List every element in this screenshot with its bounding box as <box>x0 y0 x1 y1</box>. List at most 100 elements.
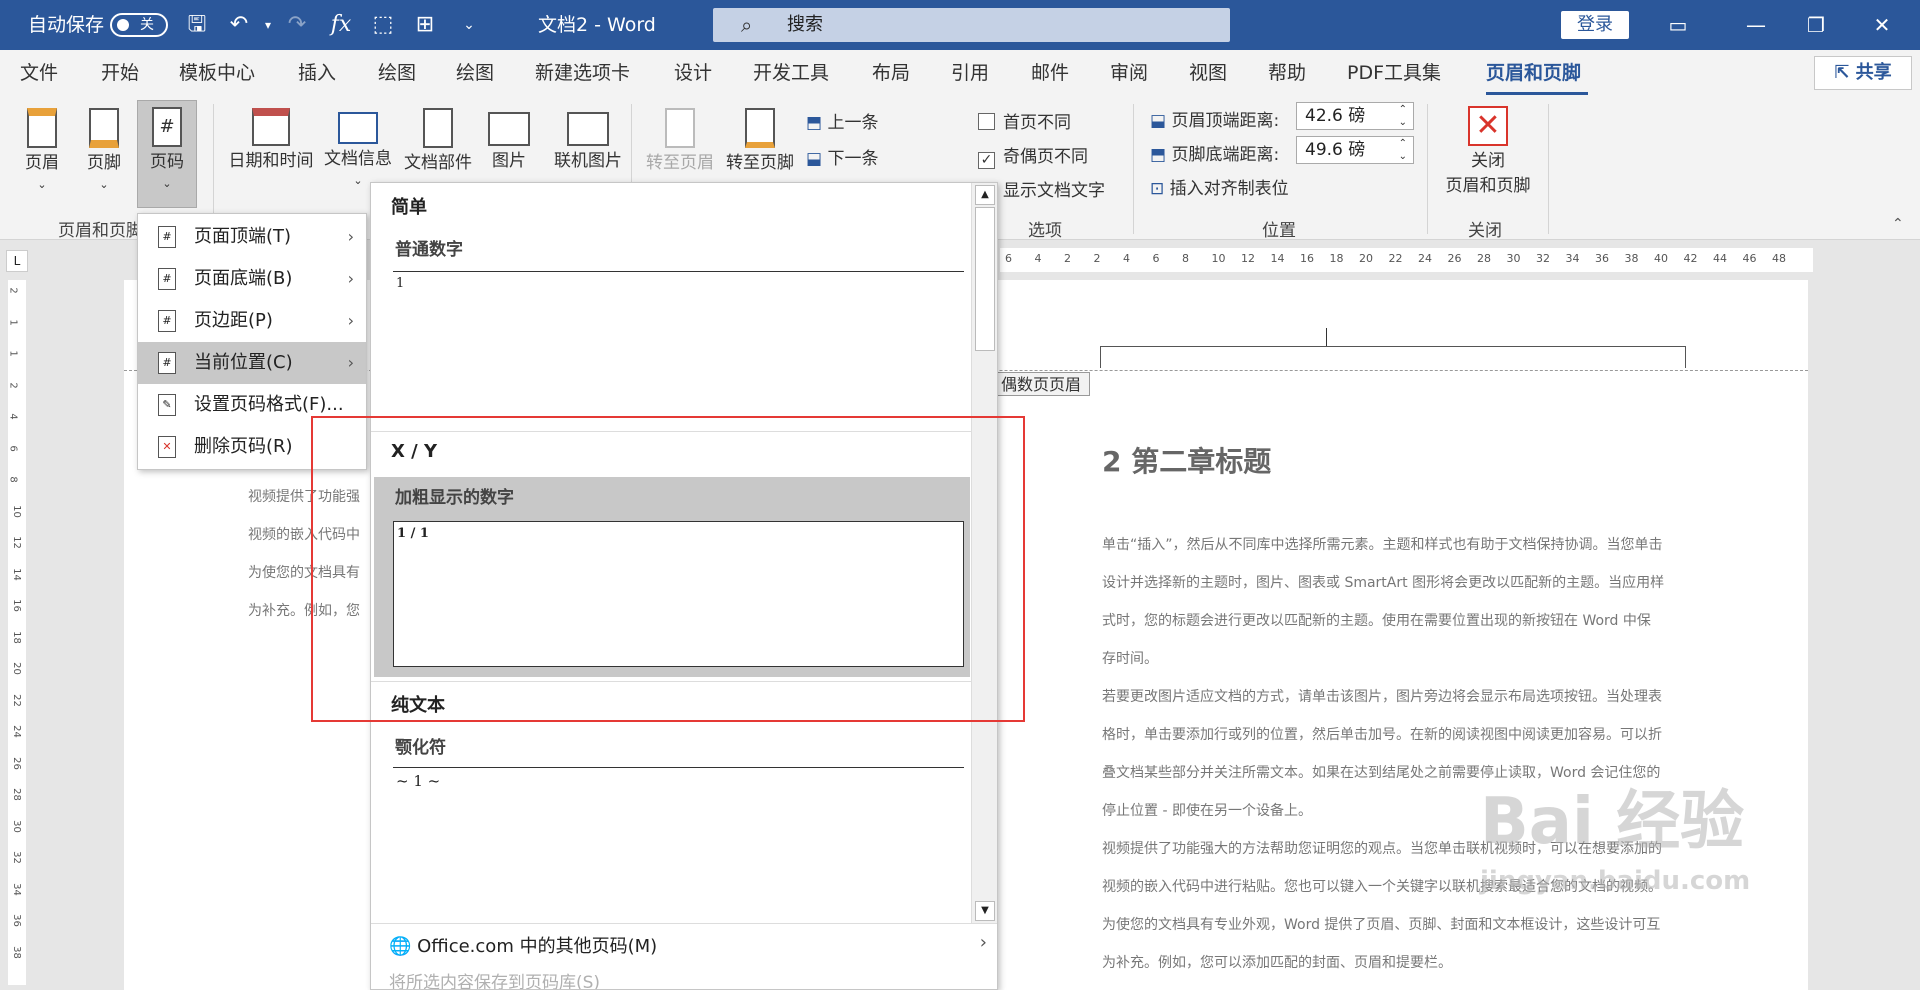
spin-arrows-icon[interactable]: ⌃ ⌄ <box>1399 103 1407 129</box>
gallery-item-plain-number[interactable]: 1 <box>393 271 964 423</box>
tab-review[interactable]: 审阅 <box>1110 50 1148 96</box>
redo-icon[interactable]: ↷ <box>282 10 312 40</box>
tab-references[interactable]: 引用 <box>951 50 989 96</box>
picture-icon <box>488 112 530 146</box>
date-time-button[interactable]: 日期和时间 <box>222 104 320 171</box>
ruler-tick-label: 32 <box>10 851 22 864</box>
ribbon-display-icon[interactable]: ▭ <box>1648 0 1708 50</box>
autosave-label: 自动保存 <box>28 14 105 36</box>
chevron-down-icon: ⌄ <box>37 178 47 191</box>
tab-layout[interactable]: 布局 <box>872 50 910 96</box>
autosave-toggle[interactable]: 关 <box>110 13 168 37</box>
gallery-item-bold-number[interactable]: 加粗显示的数字 1 / 1 <box>374 477 970 677</box>
tab-header-footer[interactable]: 页眉和页脚 <box>1486 50 1581 96</box>
next-button[interactable]: ⬓ 下一条 <box>806 144 878 169</box>
globe-icon: 🌐 <box>389 936 418 957</box>
menu-item-remove-page-numbers[interactable]: ✕ 删除页码(R) <box>138 426 366 468</box>
tab-selector-icon[interactable]: L <box>6 250 28 272</box>
menu-item-current-position[interactable]: # 当前位置(C) › <box>138 342 366 384</box>
ruler-tick-label: 10 <box>10 504 22 518</box>
function-icon[interactable]: fx <box>326 10 356 40</box>
page-number-button[interactable]: # 页码 ⌄ <box>137 100 197 208</box>
previous-icon: ⬒ <box>806 113 828 133</box>
tab-new-tab[interactable]: 新建选项卡 <box>535 50 630 96</box>
save-icon[interactable]: 🖫 <box>182 10 212 40</box>
body-text-line: 单击“插入”，然后从不同库中选择所需元素。主题和样式也有助于文档保持协调。当您单… <box>1102 537 1663 553</box>
menu-item-bottom-of-page[interactable]: # 页面底端(B) › <box>138 258 366 300</box>
current-position-icon: # <box>158 352 176 374</box>
undo-dropdown-icon[interactable]: ▾ <box>253 10 283 40</box>
select-cursor-icon[interactable]: ⬚ <box>368 10 398 40</box>
document-info-button[interactable]: 文档信息 ⌄ <box>320 104 396 189</box>
tab-developer[interactable]: 开发工具 <box>753 50 829 96</box>
ruler-tick-label: 36 <box>1595 252 1609 265</box>
remove-page-number-icon: ✕ <box>158 436 176 458</box>
document-parts-icon <box>423 108 453 148</box>
toggle-knob <box>117 19 129 31</box>
goto-footer-button[interactable]: 转至页脚 <box>722 104 798 173</box>
tab-draw-1[interactable]: 绘图 <box>378 50 416 96</box>
tab-mailings[interactable]: 邮件 <box>1031 50 1069 96</box>
close-header-footer-button[interactable]: ✕ 关闭 页眉和页脚 <box>1438 104 1538 196</box>
ruler-tick-label: 30 <box>1506 252 1521 265</box>
header-top-distance-input[interactable]: 42.6 磅 ⌃ ⌄ <box>1296 102 1414 130</box>
collapse-ribbon-icon[interactable]: ⌃ <box>1892 216 1904 232</box>
document-parts-button[interactable]: 文档部件 <box>400 104 476 173</box>
page-top-icon: # <box>158 226 176 248</box>
office-more-page-numbers-link[interactable]: 🌐 Office.com 中的其他页码(M) <box>389 932 657 958</box>
tab-draw-2[interactable]: 绘图 <box>456 50 494 96</box>
share-button[interactable]: ⇱ 共享 <box>1814 56 1912 90</box>
menu-item-page-margins[interactable]: # 页边距(P) › <box>138 300 366 342</box>
save-selection-to-gallery[interactable]: 将所选内容保存到页码库(S) <box>389 968 600 989</box>
login-button[interactable]: 登录 <box>1561 11 1629 39</box>
footer-bottom-distance-input[interactable]: 49.6 磅 ⌃ ⌄ <box>1296 136 1414 164</box>
ruler-tick-label: 14 <box>1270 252 1285 265</box>
first-page-different-checkbox[interactable]: 首页不同 <box>978 108 1071 133</box>
tab-view[interactable]: 视图 <box>1189 50 1227 96</box>
tab-file[interactable]: 文件 <box>20 50 58 96</box>
restore-icon[interactable]: ❐ <box>1786 0 1846 50</box>
close-label-2: 页眉和页脚 <box>1445 176 1531 196</box>
customize-qat-icon[interactable]: ⌄ <box>454 10 484 40</box>
tab-help[interactable]: 帮助 <box>1268 50 1306 96</box>
minimize-icon[interactable]: — <box>1726 0 1786 50</box>
tab-home[interactable]: 开始 <box>101 50 139 96</box>
search-box[interactable]: ⌕ 搜索 <box>713 8 1230 42</box>
tab-pdf-tools[interactable]: PDF工具集 <box>1347 50 1441 96</box>
insert-alignment-tab-button[interactable]: ⊡ 插入对齐制表位 <box>1150 174 1289 199</box>
tab-insert[interactable]: 插入 <box>298 50 336 96</box>
undo-icon[interactable]: ↶ <box>224 10 254 40</box>
page-margin-icon: # <box>158 310 176 332</box>
org-chart-icon[interactable]: ⊞ <box>410 10 440 40</box>
show-document-text-label: 显示文档文字 <box>1003 181 1105 201</box>
online-picture-button[interactable]: 联机图片 <box>548 104 628 171</box>
gallery-scrollbar[interactable]: ▲ ▼ <box>971 183 997 923</box>
scroll-down-icon[interactable]: ▼ <box>975 901 995 921</box>
header-distance-icon: ⬓ <box>1150 111 1172 131</box>
vertical-ruler[interactable]: 2 1 1 2 4 6 8 10 12 14 16 18 20 22 24 26 28 30 32 34 36 38 <box>8 280 26 985</box>
tab-design[interactable]: 设计 <box>674 50 712 96</box>
close-window-icon[interactable]: ✕ <box>1852 0 1912 50</box>
header-button[interactable]: 页眉 ⌄ <box>14 104 70 204</box>
body-text-line: 为补充。例如，您可以添加匹配的封面、页眉和提要栏。 <box>1102 955 1452 971</box>
header-area[interactable] <box>1100 346 1686 368</box>
menu-item-top-of-page[interactable]: # 页面顶端(T) › <box>138 216 366 258</box>
previous-button[interactable]: ⬒ 上一条 <box>806 108 878 133</box>
goto-footer-icon <box>745 108 775 148</box>
gallery-item-tilde[interactable]: ~ 1 ~ <box>393 767 964 923</box>
tab-template-center[interactable]: 模板中心 <box>179 50 255 96</box>
horizontal-ruler[interactable]: 6 4 2 2 4 6 8 10 12 14 16 18 20 22 24 26 28 30 32 34 36 38 40 4… <box>1000 248 1813 272</box>
ruler-tick-label: 4 <box>1034 252 1042 265</box>
footer-icon <box>89 108 119 148</box>
odd-even-different-checkbox[interactable]: ✓ 奇偶页不同 <box>978 142 1088 169</box>
scroll-up-icon[interactable]: ▲ <box>975 185 995 205</box>
goto-header-button[interactable]: 转至页眉 <box>642 104 718 173</box>
menu-item-label: 设置页码格式(F)... <box>194 394 344 415</box>
scroll-thumb[interactable] <box>975 207 995 351</box>
picture-button[interactable]: 图片 <box>483 104 535 171</box>
online-picture-label: 联机图片 <box>554 151 622 171</box>
footer-button[interactable]: 页脚 ⌄ <box>76 104 132 204</box>
ribbon-separator <box>1427 104 1428 234</box>
menu-item-format-page-numbers[interactable]: ✎ 设置页码格式(F)... <box>138 384 366 426</box>
spin-arrows-icon[interactable]: ⌃ ⌄ <box>1399 137 1407 163</box>
